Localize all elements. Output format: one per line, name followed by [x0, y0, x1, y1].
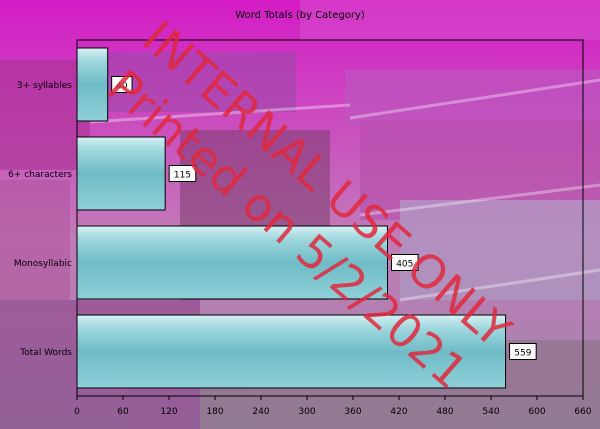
x-tick-label: 60: [117, 407, 129, 417]
category-label: 3+ syllables: [17, 81, 72, 91]
bar-total-words: [76, 314, 507, 389]
word-totals-chart: Word Totals (by Category) 559 405 115 40 To…: [8, 10, 592, 417]
x-tick-label: 480: [436, 407, 453, 417]
x-tick-label: 0: [74, 407, 80, 417]
x-tick-label: 300: [298, 407, 315, 417]
x-tick-label: 660: [574, 407, 591, 417]
x-tick-label: 240: [252, 407, 269, 417]
value-label: 559: [514, 349, 531, 359]
category-label: Monosyllabic: [14, 259, 72, 269]
chart-title: Word Totals (by Category): [235, 10, 365, 21]
x-tick-label: 120: [160, 407, 177, 417]
category-label: 6+ characters: [8, 170, 72, 180]
value-label: 405: [396, 260, 413, 270]
bar-monosyllabic: [76, 225, 388, 300]
x-tick-label: 600: [528, 407, 545, 417]
category-label: Total Words: [19, 348, 72, 358]
bar-3-syllables: [76, 47, 109, 122]
x-tick-label: 420: [390, 407, 407, 417]
x-tick-label: 180: [206, 407, 223, 417]
x-tick-label: 540: [482, 407, 499, 417]
x-tick-label: 360: [344, 407, 361, 417]
value-label: 40: [116, 82, 128, 92]
value-label: 115: [174, 171, 191, 181]
bar-6-characters: [76, 136, 166, 211]
